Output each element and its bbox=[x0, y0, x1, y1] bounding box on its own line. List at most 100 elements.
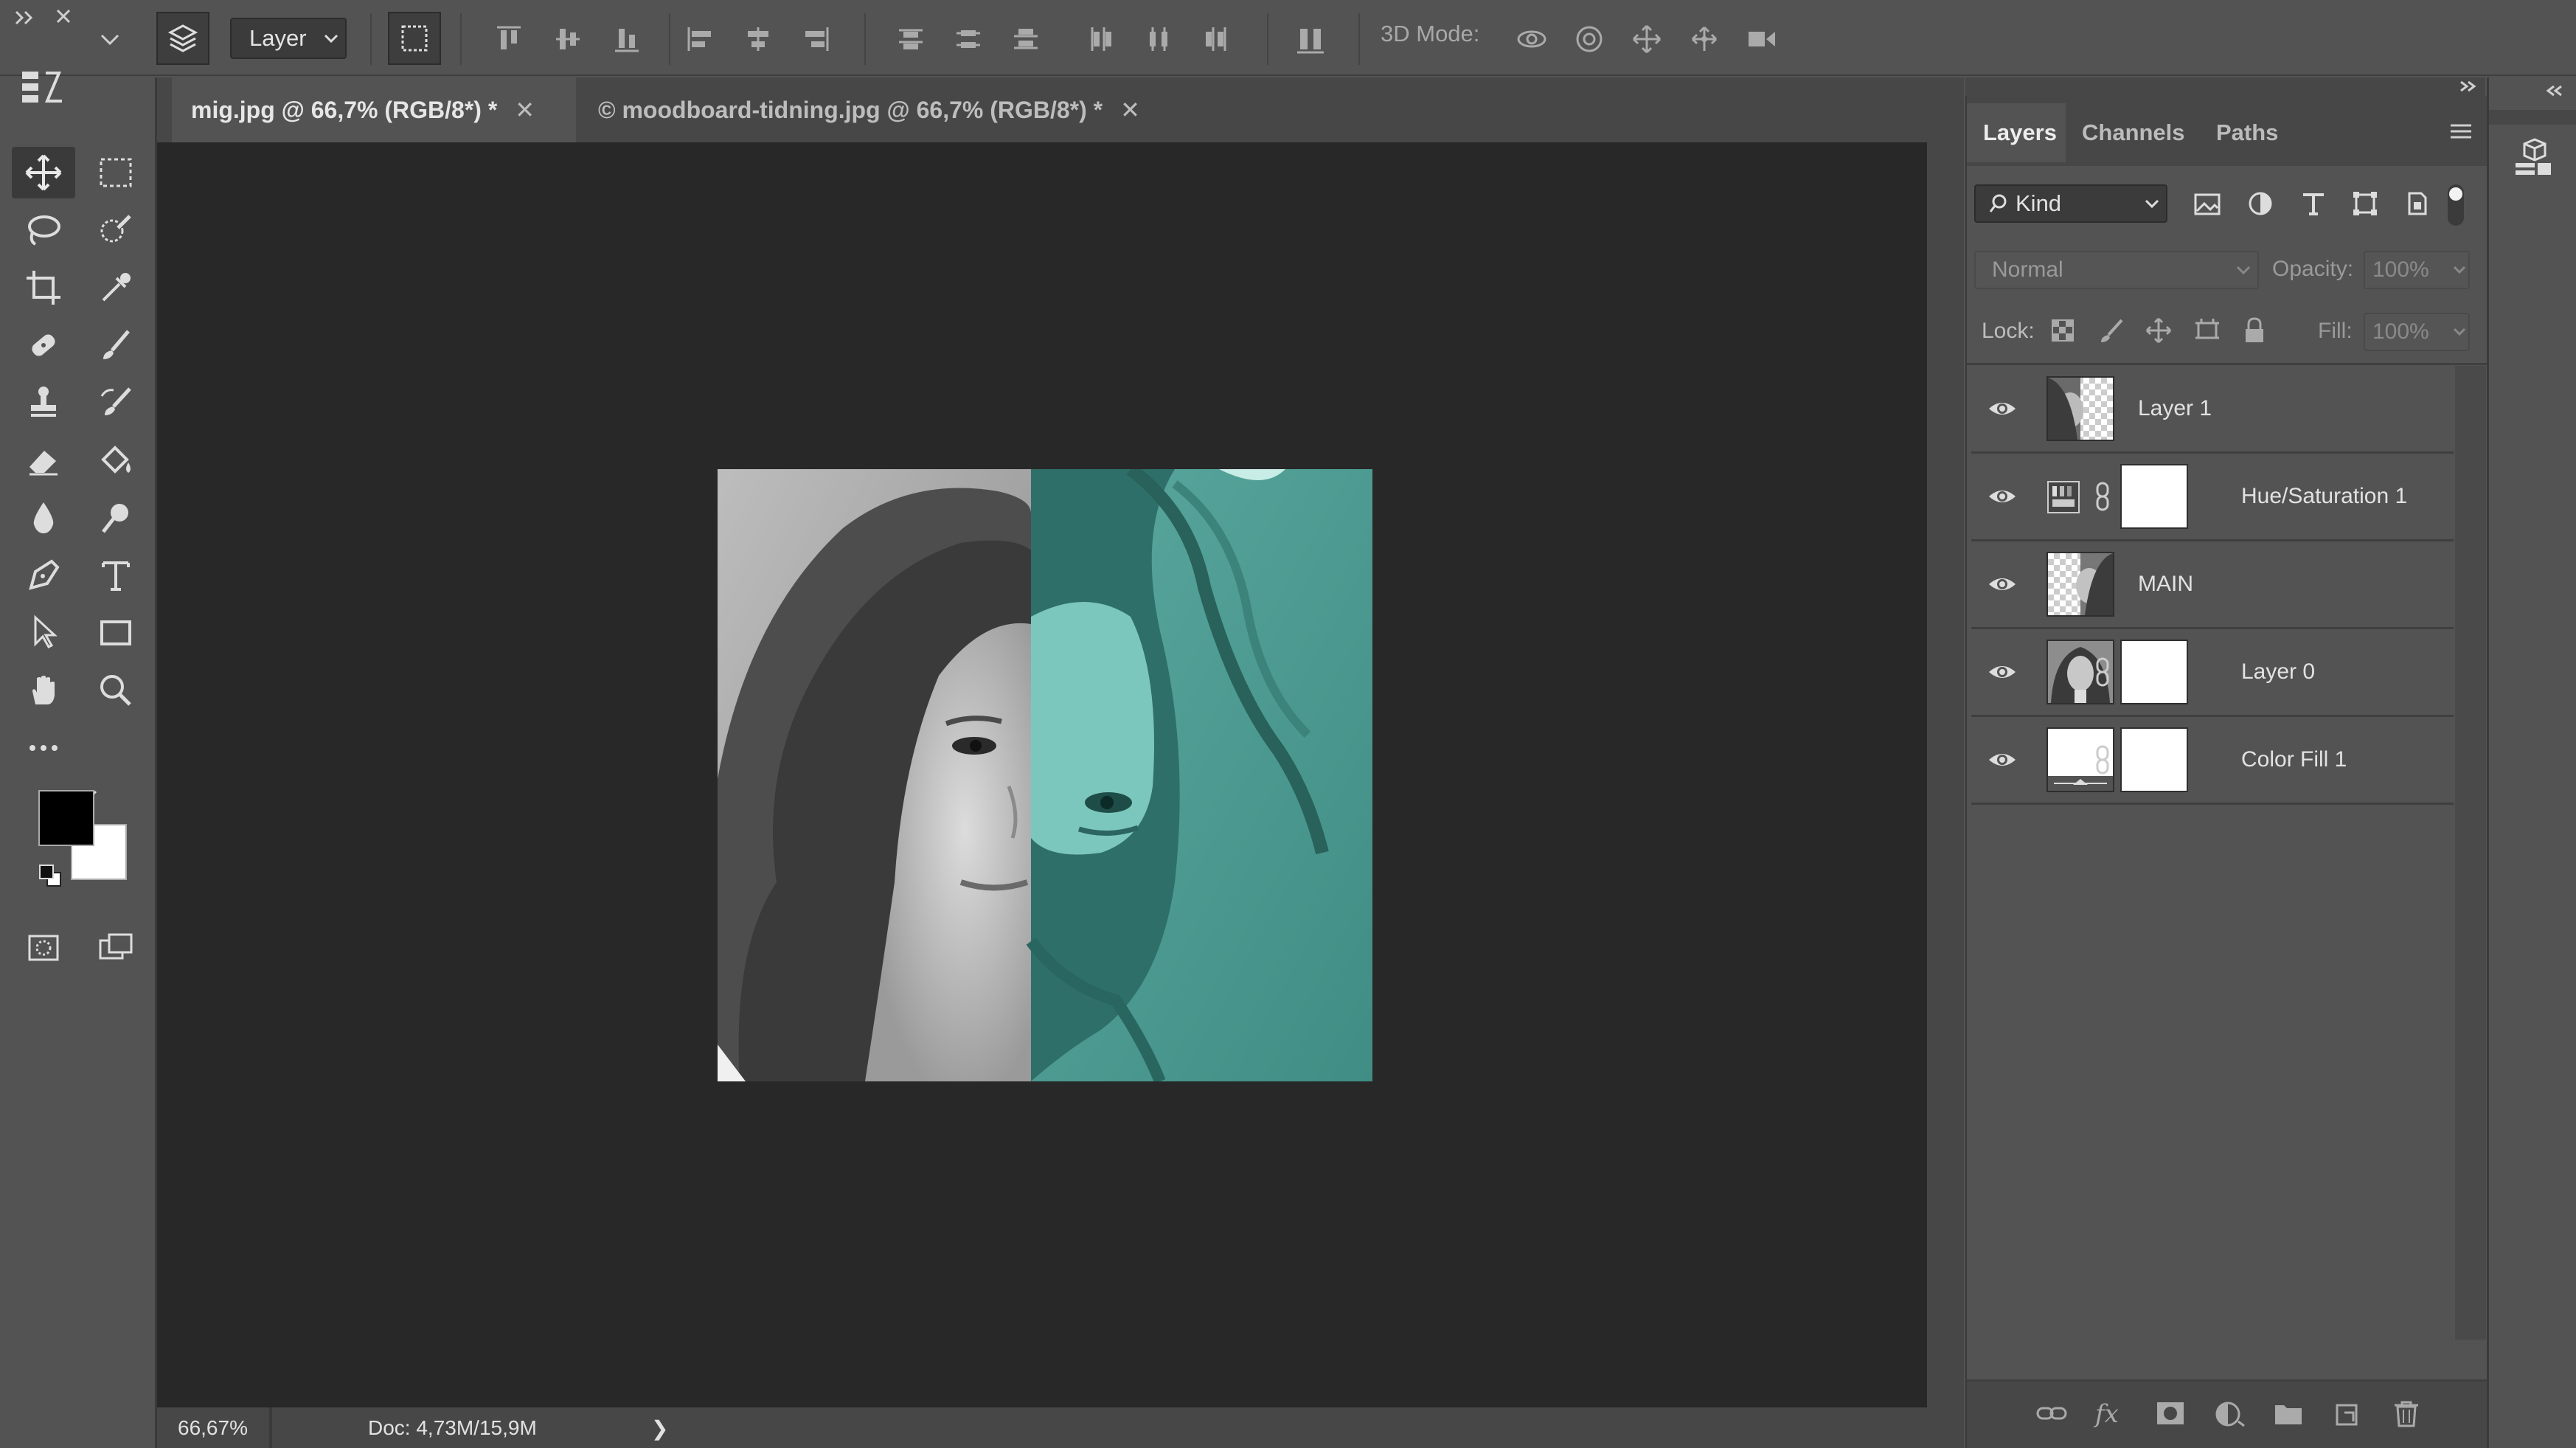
new-group-folder-icon[interactable] bbox=[2272, 1399, 2305, 1429]
eye-icon[interactable] bbox=[1987, 657, 2017, 687]
foreground-color-swatch[interactable] bbox=[38, 790, 94, 846]
lock-image-pixels-icon[interactable] bbox=[2097, 316, 2126, 345]
close-panel-icon[interactable] bbox=[50, 4, 77, 31]
layer-name[interactable]: MAIN bbox=[2138, 541, 2193, 627]
clone-stamp-tool[interactable] bbox=[12, 377, 75, 429]
dodge-tool[interactable] bbox=[84, 492, 147, 544]
history-brush-tool[interactable] bbox=[84, 377, 147, 429]
filter-adjustment-icon[interactable] bbox=[2246, 189, 2275, 218]
layer-row-main[interactable]: MAIN bbox=[1971, 541, 2454, 629]
3d-roll-icon[interactable] bbox=[1563, 13, 1615, 65]
auto-select-toggle[interactable] bbox=[156, 12, 209, 65]
3d-pan-icon[interactable] bbox=[1621, 13, 1673, 65]
fill-input[interactable]: 100% bbox=[2364, 313, 2470, 351]
layer-name[interactable]: Color Fill 1 bbox=[2241, 717, 2347, 803]
eye-icon[interactable] bbox=[1987, 745, 2017, 775]
layer-row-layer-0[interactable]: Layer 0 bbox=[1971, 629, 2454, 717]
tool-preset-chevron-icon[interactable] bbox=[97, 31, 122, 49]
tab-layers[interactable]: Layers bbox=[1967, 103, 2073, 162]
tab-channels[interactable]: Channels bbox=[2066, 103, 2201, 162]
add-mask-icon[interactable] bbox=[2154, 1399, 2187, 1429]
filter-type-icon[interactable] bbox=[2299, 189, 2328, 218]
layer-row-layer-1[interactable]: Layer 1 bbox=[1971, 366, 2454, 454]
expand-panels-icon[interactable] bbox=[10, 4, 40, 31]
align-right-icon[interactable] bbox=[790, 13, 841, 65]
quick-mask-button[interactable] bbox=[12, 923, 75, 974]
auto-select-dropdown[interactable]: Layer bbox=[230, 18, 347, 59]
distribute-vertical-center-icon[interactable] bbox=[942, 13, 994, 65]
collapse-dock-icon[interactable] bbox=[2542, 82, 2569, 100]
vertical-scrollbar[interactable] bbox=[1927, 142, 1964, 1407]
move-tool[interactable] bbox=[12, 147, 75, 198]
new-adjustment-layer-icon[interactable] bbox=[2213, 1399, 2246, 1429]
fx-icon[interactable]: fx bbox=[2095, 1399, 2119, 1429]
layers-scrollbar[interactable] bbox=[2455, 366, 2486, 1340]
crop-tool[interactable] bbox=[12, 262, 75, 313]
layer-name[interactable]: Hue/Saturation 1 bbox=[2241, 454, 2407, 539]
layer-row-hue-saturation-1[interactable]: Hue/Saturation 1 bbox=[1971, 454, 2454, 541]
collapse-panels-icon[interactable] bbox=[2455, 77, 2482, 95]
brush-tool[interactable] bbox=[84, 319, 147, 371]
lock-all-icon[interactable] bbox=[2240, 316, 2269, 345]
3d-scale-icon[interactable] bbox=[1736, 13, 1788, 65]
align-left-icon[interactable] bbox=[675, 13, 726, 65]
healing-brush-tool[interactable] bbox=[12, 319, 75, 371]
filter-kind-dropdown[interactable]: Kind bbox=[1974, 184, 2167, 223]
layer-name[interactable]: Layer 0 bbox=[2241, 629, 2315, 715]
new-layer-icon[interactable] bbox=[2331, 1399, 2364, 1429]
align-vertical-center-icon[interactable] bbox=[542, 13, 594, 65]
opacity-input[interactable]: 100% bbox=[2364, 251, 2470, 289]
eye-icon[interactable] bbox=[1987, 394, 2017, 423]
edit-toolbar-icon[interactable] bbox=[15, 61, 71, 111]
lasso-tool[interactable] bbox=[12, 204, 75, 256]
libraries-3d-icon[interactable] bbox=[2510, 134, 2557, 181]
screen-mode-button[interactable] bbox=[84, 923, 147, 974]
eye-icon[interactable] bbox=[1987, 569, 2017, 599]
layer-mask-thumbnail[interactable] bbox=[2120, 464, 2188, 529]
status-menu-arrow-icon[interactable]: ❯ bbox=[651, 1416, 668, 1441]
more-tools-button[interactable] bbox=[12, 722, 75, 774]
show-transform-controls[interactable] bbox=[388, 12, 441, 65]
layer-row-color-fill-1[interactable]: Color Fill 1 bbox=[1971, 717, 2454, 805]
marquee-tool[interactable] bbox=[84, 147, 147, 198]
rectangle-tool[interactable] bbox=[84, 607, 147, 659]
pen-tool[interactable] bbox=[12, 550, 75, 601]
filter-shape-icon[interactable] bbox=[2350, 189, 2380, 218]
distribute-bottom-icon[interactable] bbox=[1000, 13, 1052, 65]
type-tool[interactable] bbox=[84, 550, 147, 601]
zoom-tool[interactable] bbox=[84, 665, 147, 716]
eye-icon[interactable] bbox=[1987, 482, 2017, 511]
lock-artboard-icon[interactable] bbox=[2193, 316, 2222, 345]
link-chain-icon[interactable] bbox=[2094, 745, 2111, 775]
zoom-level[interactable]: 66,67% bbox=[178, 1416, 248, 1440]
distribute-spacing-icon[interactable] bbox=[1285, 13, 1336, 65]
link-chain-icon[interactable] bbox=[2094, 482, 2111, 511]
document-tab-moodboard[interactable]: © moodboard-tidning.jpg @ 66,7% (RGB/8*)… bbox=[579, 77, 1343, 142]
document-artwork[interactable] bbox=[718, 469, 1372, 1081]
filter-smart-object-icon[interactable] bbox=[2402, 189, 2431, 218]
link-chain-icon[interactable] bbox=[2094, 657, 2111, 687]
quick-select-tool[interactable] bbox=[84, 204, 147, 256]
distribute-left-icon[interactable] bbox=[1075, 13, 1127, 65]
eraser-tool[interactable] bbox=[12, 434, 75, 486]
distribute-top-icon[interactable] bbox=[885, 13, 937, 65]
close-tab-icon[interactable]: ✕ bbox=[1120, 96, 1140, 124]
blur-tool[interactable] bbox=[12, 492, 75, 544]
default-colors-icon[interactable] bbox=[37, 862, 63, 889]
filter-pixel-icon[interactable] bbox=[2193, 189, 2222, 218]
lock-position-icon[interactable] bbox=[2144, 316, 2173, 345]
hand-tool[interactable] bbox=[12, 665, 75, 716]
lock-transparent-pixels-icon[interactable] bbox=[2048, 316, 2077, 345]
eyedropper-tool[interactable] bbox=[84, 262, 147, 313]
3d-orbit-icon[interactable] bbox=[1506, 13, 1558, 65]
filter-toggle-switch[interactable] bbox=[2448, 184, 2464, 226]
document-tab-mig[interactable]: mig.jpg @ 66,7% (RGB/8*) * ✕ bbox=[172, 77, 576, 142]
link-layers-icon[interactable] bbox=[2036, 1399, 2069, 1429]
distribute-right-icon[interactable] bbox=[1190, 13, 1242, 65]
align-top-icon[interactable] bbox=[483, 13, 535, 65]
layer-mask-thumbnail[interactable] bbox=[2120, 727, 2188, 792]
align-horizontal-center-icon[interactable] bbox=[732, 13, 784, 65]
trash-icon[interactable] bbox=[2390, 1399, 2423, 1429]
tab-paths[interactable]: Paths bbox=[2200, 103, 2295, 162]
align-bottom-icon[interactable] bbox=[601, 13, 653, 65]
